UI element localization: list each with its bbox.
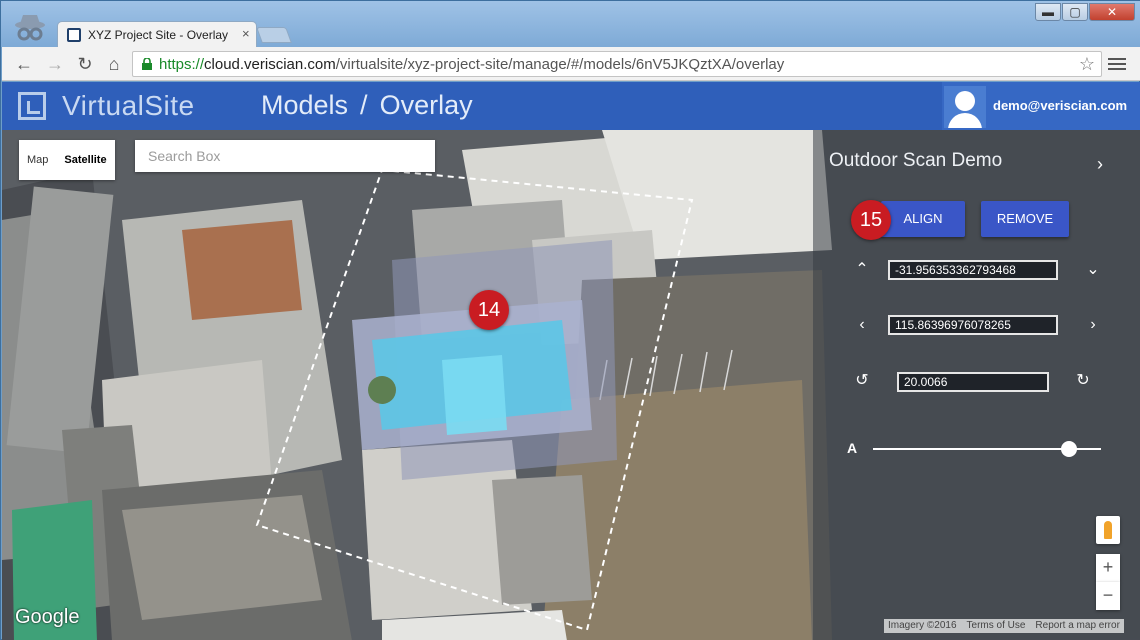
title-bar: XYZ Project Site - Overlay × ▬ ▢ ✕ <box>1 1 1140 48</box>
map-type-map-button[interactable]: Map <box>19 140 56 180</box>
url-text: https://cloud.veriscian.com/virtualsite/… <box>159 56 785 73</box>
report-map-error-link[interactable]: Report a map error <box>1035 619 1119 633</box>
app-logo-text: VirtualSite <box>62 90 195 121</box>
align-button[interactable]: ALIGN <box>881 201 965 237</box>
remove-button[interactable]: REMOVE <box>981 201 1069 237</box>
pegman-icon[interactable] <box>1096 516 1120 544</box>
alpha-slider-thumb[interactable] <box>1061 441 1078 457</box>
maximize-button[interactable]: ▢ <box>1062 3 1088 21</box>
browser-window: XYZ Project Site - Overlay × ▬ ▢ ✕ ← → ↻… <box>0 0 1140 640</box>
longitude-field[interactable]: 115.86396976078265 <box>888 315 1058 335</box>
incognito-icon <box>15 15 45 41</box>
tab-close-icon[interactable]: × <box>242 26 250 41</box>
chevron-left-icon[interactable]: ‹ <box>853 316 871 334</box>
chevron-right-icon[interactable]: › <box>1097 154 1103 175</box>
map-attribution: Imagery ©2016 Terms of Use Report a map … <box>884 619 1124 633</box>
app-header: VirtualSite Models / Overlay demo@veriscia… <box>2 82 1140 130</box>
terms-of-use-link[interactable]: Terms of Use <box>967 619 1026 633</box>
google-logo: Google <box>15 606 80 628</box>
zoom-out-button[interactable]: − <box>1096 582 1120 610</box>
tab-title: XYZ Project Site - Overlay <box>88 28 229 42</box>
chevron-up-icon[interactable]: ⌃ <box>853 261 871 279</box>
chevron-down-icon[interactable]: ⌄ <box>1084 261 1102 279</box>
browser-toolbar: ← → ↻ ⌂ https://cloud.veriscian.com/virt… <box>2 47 1140 81</box>
satellite-map[interactable]: Map Satellite 14 Outdoor Scan Demo › ALI… <box>2 130 1140 640</box>
minimize-button[interactable]: ▬ <box>1035 3 1061 21</box>
overlay-panel: Outdoor Scan Demo › ALIGN REMOVE 15 ⌃ -3… <box>813 130 1140 640</box>
rotate-right-icon[interactable]: ↻ <box>1074 372 1092 390</box>
home-icon[interactable]: ⌂ <box>103 53 125 75</box>
address-bar[interactable]: https://cloud.veriscian.com/virtualsite/… <box>132 51 1102 77</box>
reload-icon[interactable]: ↻ <box>74 53 96 75</box>
bookmark-star-icon[interactable]: ☆ <box>1079 54 1095 75</box>
imagery-credit: Imagery ©2016 <box>888 620 957 631</box>
rotation-field[interactable]: 20.0066 <box>897 372 1049 392</box>
virtualsite-logo-icon <box>18 92 46 120</box>
close-window-button[interactable]: ✕ <box>1089 3 1135 21</box>
avatar <box>944 86 986 128</box>
step-badge-14: 14 <box>469 290 509 330</box>
user-email: demo@veriscian.com <box>993 98 1128 113</box>
tab-xyz-project-site[interactable]: XYZ Project Site - Overlay × <box>57 21 257 48</box>
step-badge-15: 15 <box>851 200 891 240</box>
search-input[interactable] <box>135 140 435 172</box>
back-arrow-icon[interactable]: ← <box>13 53 35 75</box>
panel-title: Outdoor Scan Demo <box>829 150 1003 171</box>
rotate-left-icon[interactable]: ↺ <box>853 372 871 390</box>
breadcrumb: Models / Overlay <box>261 90 473 121</box>
chevron-right-icon[interactable]: › <box>1084 316 1102 334</box>
breadcrumb-overlay: Overlay <box>379 90 473 120</box>
browser-menu-icon[interactable] <box>1108 55 1126 73</box>
alpha-label: A <box>847 440 858 456</box>
map-type-satellite-button[interactable]: Satellite <box>56 140 114 180</box>
new-tab-button[interactable] <box>256 27 292 43</box>
forward-arrow-icon[interactable]: → <box>44 53 66 75</box>
zoom-in-button[interactable]: + <box>1096 554 1120 582</box>
lock-icon <box>142 58 152 70</box>
map-type-control: Map Satellite <box>19 140 115 180</box>
breadcrumb-models[interactable]: Models <box>261 90 348 120</box>
latitude-field[interactable]: -31.956353362793468 <box>888 260 1058 280</box>
breadcrumb-separator: / <box>360 90 368 120</box>
user-menu[interactable]: demo@veriscian.com <box>942 82 1140 130</box>
site-favicon-icon <box>67 28 81 42</box>
